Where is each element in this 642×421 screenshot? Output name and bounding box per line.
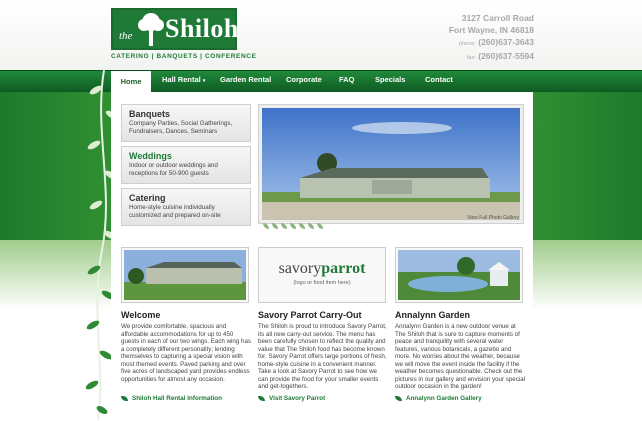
garden-gallery-link[interactable]: Annalynn Garden Gallery	[395, 395, 482, 402]
phone-line: phone: (260)637-3643	[449, 36, 534, 50]
savory-parrot-title: Savory Parrot Carry-Out	[258, 310, 362, 320]
savory-parrot-logo-box: savoryparrot (logo or food item here)	[258, 247, 386, 303]
welcome-photo	[121, 247, 249, 303]
savory-logo-text: savory	[278, 260, 322, 277]
thumb-leaf-icon[interactable]	[263, 223, 269, 229]
thumb-leaf-icon[interactable]	[317, 223, 323, 229]
garden-title: Annalynn Garden	[395, 310, 471, 320]
shiloh-logo[interactable]: the Shiloh	[111, 8, 239, 50]
nav-specials[interactable]: Specials	[375, 75, 405, 84]
catering-card[interactable]: Catering Home-style cuisine individually…	[121, 188, 251, 226]
banquets-title: Banquets	[129, 109, 171, 119]
photo-gallery-link[interactable]: View Full Photo Gallery	[467, 215, 519, 221]
savory-parrot-body: The Shiloh is proud to introduce Savory …	[258, 323, 387, 390]
photo-thumbnails[interactable]	[263, 216, 326, 234]
logo-name: Shiloh	[165, 14, 239, 43]
weddings-desc: Indoor or outdoor weddings and reception…	[129, 162, 218, 177]
nav-hall-rental-label: Hall Rental	[162, 75, 201, 84]
visit-savory-parrot-link[interactable]: Visit Savory Parrot	[258, 395, 325, 402]
savory-parrot-logo: savoryparrot	[261, 260, 383, 278]
thumb-leaf-icon[interactable]	[272, 223, 278, 229]
nav-contact[interactable]: Contact	[425, 75, 453, 84]
address-line-1: 3127 Carroll Road	[461, 13, 534, 23]
nav-hall-rental[interactable]: Hall Rental ▾	[162, 75, 205, 84]
logo-tagline: CATERING | BANQUETS | CONFERENCE	[111, 53, 257, 60]
hall-rental-info-label: Shiloh Hall Rental Information	[132, 395, 222, 402]
logo-placeholder-note: (logo or food item here)	[293, 280, 351, 286]
tree-icon	[138, 13, 164, 46]
visit-savory-parrot-label: Visit Savory Parrot	[269, 395, 326, 402]
banquets-card[interactable]: Banquets Company Parties, Social Gatheri…	[121, 104, 251, 142]
phone-number: (260)637-3643	[478, 37, 534, 47]
parrot-logo-text: parrot	[321, 260, 366, 277]
thumb-leaf-icon[interactable]	[290, 223, 296, 229]
garden-gallery-label: Annalynn Garden Gallery	[406, 395, 482, 402]
thumb-leaf-icon[interactable]	[281, 223, 287, 229]
site-header: the Shiloh CATERING | BANQUETS | CONFERE…	[0, 0, 642, 70]
chevron-down-icon: ▾	[202, 78, 206, 84]
leaf-icon	[258, 395, 265, 401]
catering-desc: Home-style cuisine individually customiz…	[129, 204, 221, 219]
welcome-title: Welcome	[121, 310, 161, 320]
fax-line: fax: (260)637-5594	[449, 50, 534, 64]
weddings-card[interactable]: Weddings Indoor or outdoor weddings and …	[121, 146, 251, 184]
leaf-icon	[395, 395, 402, 401]
hero-photo	[258, 104, 524, 224]
garden-body: Annalynn Garden is a new outdoor venue a…	[395, 323, 526, 390]
thumb-leaf-icon[interactable]	[308, 223, 314, 229]
welcome-body: We provide comfortable, spacious and aff…	[121, 323, 252, 383]
building-photo	[262, 108, 520, 220]
hall-rental-info-link[interactable]: Shiloh Hall Rental Information	[121, 395, 222, 402]
weddings-title: Weddings	[129, 151, 172, 161]
banquets-desc: Company Parties, Social Gatherings, Fund…	[129, 120, 233, 135]
main-content: Banquets Company Parties, Social Gatheri…	[111, 92, 533, 421]
phone-label: phone:	[459, 41, 476, 47]
nav-faq[interactable]: FAQ	[339, 75, 354, 84]
nav-garden-rental[interactable]: Garden Rental	[220, 75, 271, 84]
fax-number: (260)637-5594	[478, 51, 534, 61]
address-line-2: Fort Wayne, IN 46818	[448, 25, 534, 35]
nav-corporate[interactable]: Corporate	[286, 75, 322, 84]
fax-label: fax:	[466, 55, 476, 61]
contact-block: 3127 Carroll Road Fort Wayne, IN 46818 p…	[449, 12, 534, 64]
thumb-leaf-icon[interactable]	[299, 223, 305, 229]
leaf-icon	[121, 395, 128, 401]
garden-photo	[395, 247, 523, 303]
catering-title: Catering	[129, 193, 166, 203]
logo-prefix: the	[119, 30, 133, 42]
